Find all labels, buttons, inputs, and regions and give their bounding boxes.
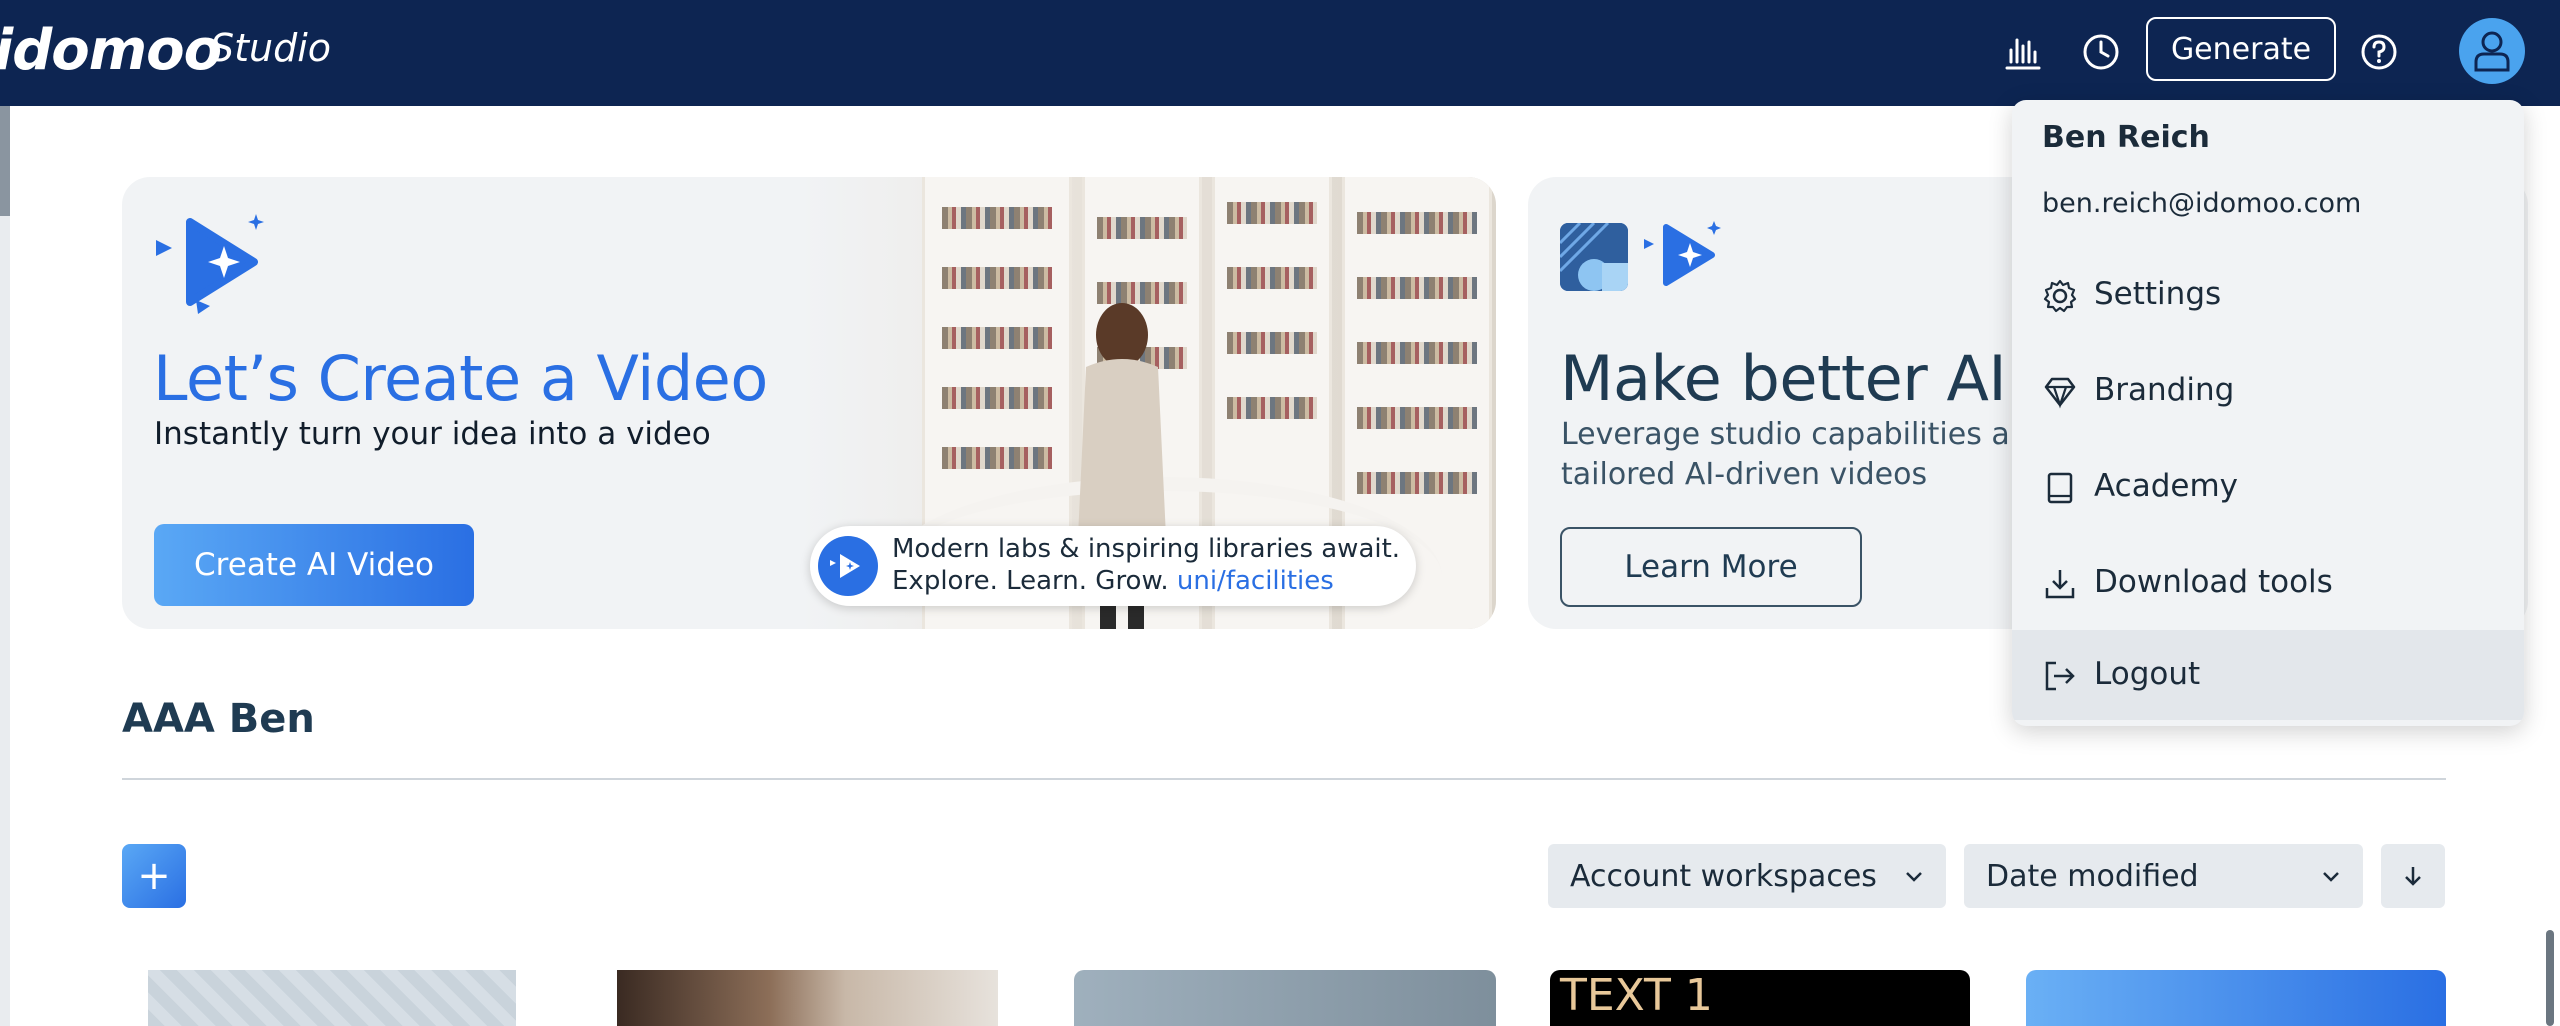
left-rail-handle[interactable] <box>0 106 10 216</box>
sparkle-play-icon <box>1644 221 1721 286</box>
learn-more-title: Make better AI v <box>1560 342 2062 415</box>
workspace-filter-select[interactable]: Account workspaces <box>1548 844 1946 908</box>
sparkle-play-icon <box>156 214 264 314</box>
menu-item-academy[interactable]: Academy <box>2012 442 2524 532</box>
create-ai-video-button[interactable]: Create AI Video <box>154 524 474 606</box>
project-thumbnail[interactable] <box>617 970 998 1026</box>
menu-item-logout[interactable]: Logout <box>2012 630 2524 720</box>
pill-text-line2: Explore. Learn. Grow. uni/facilities <box>892 566 1334 596</box>
learn-more-button[interactable]: Learn More <box>1560 527 1862 607</box>
arrow-down-icon <box>2405 867 2421 886</box>
menu-label: Logout <box>2094 656 2201 692</box>
page-scrollbar[interactable] <box>2546 930 2554 1026</box>
product-name: Studio <box>210 26 332 70</box>
add-project-button[interactable]: + <box>122 844 186 908</box>
user-email: ben.reich@idomoo.com <box>2042 188 2362 219</box>
project-thumbnail[interactable]: TEXT 1 <box>1550 970 1970 1026</box>
idomoo-logo[interactable]: idomoo <box>0 18 222 83</box>
sort-direction-button[interactable] <box>2381 844 2445 908</box>
sparkle-play-icon <box>818 536 878 596</box>
chevron-down-icon <box>2323 872 2339 882</box>
project-thumbnail[interactable] <box>148 970 516 1026</box>
workspace-filter-value: Account workspaces <box>1570 858 1877 894</box>
create-video-card: Let’s Create a Video Instantly turn your… <box>122 177 1496 629</box>
pill-text-line1: Modern labs & inspiring libraries await. <box>892 534 1401 564</box>
sort-by-select[interactable]: Date modified <box>1964 844 2363 908</box>
thumbnail-caption: TEXT 1 <box>1560 970 1713 1021</box>
history-icon[interactable] <box>2078 29 2124 75</box>
workspace-title: AAA Ben <box>122 696 315 742</box>
learn-more-subtitle-2: tailored AI-driven videos <box>1561 457 1928 492</box>
generate-button[interactable]: Generate <box>2146 17 2336 81</box>
logout-icon <box>2045 661 2075 691</box>
facilities-link[interactable]: uni/facilities <box>1177 566 1334 596</box>
book-icon <box>2047 472 2073 504</box>
user-menu: Ben Reich ben.reich@idomoo.com Settings … <box>2012 100 2524 726</box>
user-avatar-icon[interactable] <box>2459 18 2525 84</box>
analytics-icon[interactable] <box>2000 29 2046 75</box>
menu-item-branding[interactable]: Branding <box>2012 346 2524 436</box>
project-thumbnail[interactable] <box>2026 970 2446 1026</box>
diamond-icon <box>2044 377 2076 409</box>
menu-label: Branding <box>2094 372 2235 408</box>
sample-prompt-pill[interactable]: Modern labs & inspiring libraries await.… <box>810 526 1416 606</box>
studio-tile-icon <box>1560 223 1628 291</box>
top-bar: idomoo Studio Generate <box>0 0 2560 106</box>
learn-more-subtitle-1: Leverage studio capabilities an <box>1561 417 2029 452</box>
help-icon[interactable] <box>2356 29 2402 75</box>
section-divider <box>122 778 2446 780</box>
project-thumbnail[interactable] <box>1074 970 1496 1026</box>
menu-item-settings[interactable]: Settings <box>2012 250 2524 340</box>
menu-label: Academy <box>2094 468 2238 504</box>
create-video-subtitle: Instantly turn your idea into a video <box>154 416 711 452</box>
user-name: Ben Reich <box>2042 120 2210 155</box>
menu-label: Settings <box>2094 276 2222 312</box>
download-icon <box>2045 570 2075 599</box>
left-rail <box>0 106 10 1026</box>
sort-by-value: Date modified <box>1986 858 2199 894</box>
chevron-down-icon <box>1906 872 1922 882</box>
create-video-title: Let’s Create a Video <box>153 342 768 415</box>
gear-icon <box>2043 279 2077 313</box>
menu-item-download-tools[interactable]: Download tools <box>2012 538 2524 628</box>
menu-label: Download tools <box>2094 564 2333 600</box>
